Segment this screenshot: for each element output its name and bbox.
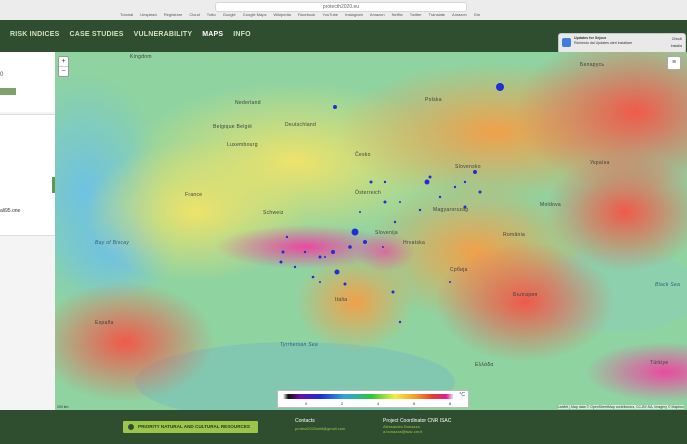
address-bar[interactable]: protecth2020.eu xyxy=(215,2,467,12)
legend-tick: 2 xyxy=(341,401,344,406)
map-label: Hrvatska xyxy=(403,240,426,246)
legend-tick: 6 xyxy=(413,401,416,406)
sidebar-panel xyxy=(0,114,55,236)
zoom-control: + − xyxy=(58,56,69,77)
map-label: Belgique België xyxy=(213,124,253,130)
map-label: Italia xyxy=(335,297,348,303)
map-label: Tyrrhenian Sea xyxy=(280,342,319,348)
map-sidebar: 0 ali95.one xyxy=(0,52,56,410)
temperature-legend: 0 2 4 6 8 °C xyxy=(277,390,469,408)
map-label: România xyxy=(503,232,526,238)
notification-card[interactable]: Updates for Sejour Richiesto dai Updates … xyxy=(558,33,686,54)
legend-tick: 0 xyxy=(305,401,308,406)
map-label: България xyxy=(513,292,538,298)
bookmark-item[interactable]: Netflix xyxy=(392,12,403,17)
coordinator-email[interactable]: a.bonazza@isac.cnr.it xyxy=(383,429,473,434)
zoom-out-button[interactable]: − xyxy=(59,66,68,76)
map-label: Türkiye xyxy=(650,360,669,366)
map-label: Slovensko xyxy=(455,164,481,170)
notification-action-button[interactable]: Installa xyxy=(671,43,682,50)
notification-actions: Chiudi Installa xyxy=(671,36,682,50)
map-label: Schweiz xyxy=(263,210,284,216)
map-label: España xyxy=(95,320,114,326)
notification-action-button[interactable]: Chiudi xyxy=(671,36,682,43)
map-label: Nederland xyxy=(235,100,261,106)
map-label: Magyarország xyxy=(433,207,469,213)
bookmark-item[interactable]: Cloud xyxy=(189,12,199,17)
bookmark-item[interactable]: Translate xyxy=(429,12,446,17)
map-attribution: Leaflet | Map data © OpenStreetMap contr… xyxy=(557,405,684,409)
sidebar-tag[interactable] xyxy=(0,88,16,95)
priority-resources-button[interactable]: PRIORITY NATURAL AND CULTURAL RESOURCES xyxy=(123,421,258,433)
notification-body: Richiesto dai Updates sterl installare xyxy=(574,41,633,45)
map-label: Bay of Biscay xyxy=(95,240,130,246)
bookmark-item[interactable]: Tutto xyxy=(207,12,216,17)
map-label: France xyxy=(185,192,203,198)
nav-item-risk-indices[interactable]: RISK INDICES xyxy=(10,31,59,38)
bookmark-item[interactable]: Instagram xyxy=(345,12,363,17)
legend-tick: 8 xyxy=(449,401,452,406)
contacts-title: Contacts xyxy=(295,418,315,424)
footer-coordinator: Project Coordinator CNR ISAC Alessandro … xyxy=(383,418,473,434)
leaf-icon xyxy=(128,423,134,430)
site-navbar: RISK INDICES CASE STUDIES VULNERABILITY MAP… xyxy=(0,20,687,77)
map-label: Black Sea xyxy=(655,282,681,288)
app-store-icon xyxy=(562,38,571,47)
bookmark-item[interactable]: Tutorial xyxy=(120,12,133,17)
bookmarks-bar: Tutorial Unsplash Registrare Cloud Tutto Goog… xyxy=(120,12,480,17)
map-label: Moldova xyxy=(540,202,561,208)
bookmark-item[interactable]: Gmail xyxy=(474,12,480,17)
map-label: Україна xyxy=(590,160,610,166)
legend-colorbar xyxy=(283,394,453,399)
nav-item-vulnerability[interactable]: VULNERABILITY xyxy=(134,31,193,38)
bookmark-item[interactable]: Amazon xyxy=(452,12,467,17)
layers-icon[interactable]: ≡ xyxy=(667,56,681,70)
nav-item-maps[interactable]: MAPS xyxy=(202,31,223,38)
heat-overlay xyxy=(55,52,687,410)
bookmark-item[interactable]: Facebook xyxy=(298,12,316,17)
notification-title: Updates for Sejour xyxy=(574,36,607,40)
bookmark-item[interactable]: YouTube xyxy=(322,12,338,17)
map-label: Česko xyxy=(355,152,371,158)
map-label: Србија xyxy=(450,267,468,273)
map-label: Kingdom xyxy=(130,54,152,60)
legend-tick: 4 xyxy=(377,401,380,406)
map-label: Polska xyxy=(425,97,442,103)
bookmark-item[interactable]: Google xyxy=(223,12,236,17)
sidebar-label: ali95.one xyxy=(0,208,21,214)
map-label: Österreich xyxy=(355,190,382,196)
main-nav: RISK INDICES CASE STUDIES VULNERABILITY MAP… xyxy=(10,31,261,38)
bookmark-item[interactable]: Twitter xyxy=(410,12,422,17)
map-scale: 200 km xyxy=(57,405,69,409)
bookmark-item[interactable]: Wikipedia xyxy=(273,12,290,17)
map-label: Ελλάδα xyxy=(475,362,494,368)
climate-map[interactable]: + − ≡ Kingdom Nederland Belgique België Lux… xyxy=(55,52,687,410)
site-footer: PRIORITY NATURAL AND CULTURAL RESOURCES … xyxy=(0,410,687,444)
contacts-email[interactable]: protect2020wild@gmail.com xyxy=(295,426,345,431)
sidebar-header xyxy=(0,52,55,112)
zoom-in-button[interactable]: + xyxy=(59,57,68,66)
map-label: Slovenija xyxy=(375,230,398,236)
bookmark-item[interactable]: Registrare xyxy=(164,12,182,17)
map-label: Беларусь xyxy=(580,62,605,68)
browser-chrome: protecth2020.eu Tutorial Unsplash Registra… xyxy=(0,0,687,21)
bookmark-item[interactable]: Unsplash xyxy=(140,12,157,17)
map-label: Deutschland xyxy=(285,122,317,128)
sidebar-count: 0 xyxy=(0,72,4,78)
map-label: Luxembourg xyxy=(227,142,258,148)
nav-item-case-studies[interactable]: CASE STUDIES xyxy=(69,31,123,38)
bookmark-item[interactable]: Amazon xyxy=(370,12,385,17)
nav-item-info[interactable]: INFO xyxy=(233,31,251,38)
legend-unit: °C xyxy=(459,392,465,398)
footer-contacts: Contacts protect2020wild@gmail.com xyxy=(295,418,345,431)
bookmark-item[interactable]: Google Maps xyxy=(243,12,267,17)
